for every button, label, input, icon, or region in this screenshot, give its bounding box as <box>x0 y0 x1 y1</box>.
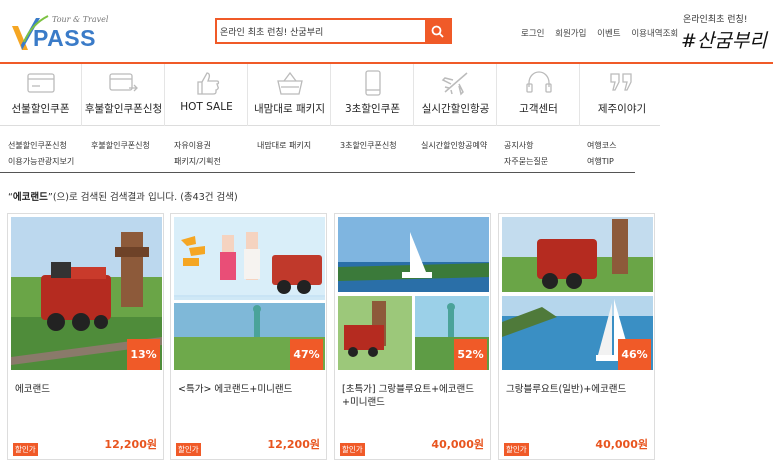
nav-label: 내맘대로 패키지 <box>254 103 325 115</box>
vpass-logo[interactable]: Tour & Travel PASS <box>10 12 108 54</box>
result-text: (으)로 검색된 검색결과 입니다. (총43건 검색) <box>52 192 238 203</box>
search-result-summary: “에코랜드”(으)로 검색된 검색결과 입니다. (총43건 검색) <box>8 192 238 203</box>
result-keyword: 에코랜드 <box>12 192 48 203</box>
nav-label: 선불할인쿠폰 <box>11 103 70 115</box>
nav-label: 제주이야기 <box>597 103 647 115</box>
airplane-icon <box>441 72 468 96</box>
headset-icon <box>526 71 552 93</box>
submenu-link[interactable]: 자주묻는질문 <box>504 156 548 167</box>
nav-item-hot-sale[interactable]: HOT SALE <box>166 64 248 126</box>
search-icon <box>431 25 444 38</box>
card-arrow-icon <box>109 73 138 92</box>
basket-icon <box>277 71 303 95</box>
submenu-link[interactable]: 3초할인쿠폰신청 <box>340 140 397 151</box>
nav-item-postpaid-coupon[interactable]: 후불할인쿠폰신청 <box>83 64 165 126</box>
header: Tour & Travel PASS 로그인 회원가입 이벤트 이용내역조회 온… <box>0 0 773 62</box>
product-title[interactable]: [초특가] 그랑블루요트+에코랜드+미니랜드 <box>342 383 487 409</box>
sale-price-tag: 할인가 <box>13 443 38 456</box>
signup-link[interactable]: 회원가입 <box>555 29 586 39</box>
product-price: 12,200원 <box>104 438 157 451</box>
submenu-link[interactable]: 패키지/기획전 <box>174 156 221 167</box>
submenu-link[interactable]: 내맘대로 패키지 <box>257 140 311 151</box>
search-button[interactable] <box>425 20 450 42</box>
logo-tagline: Tour & Travel <box>52 15 109 24</box>
submenu-link[interactable]: 공지사항 <box>504 140 533 151</box>
submenu-link[interactable]: 여행코스 <box>587 140 616 151</box>
sub-menu: 선불할인쿠폰신청 이용가능관광지보기 후불할인쿠폰신청 자유이용권 패키지/기획… <box>0 138 635 173</box>
phone-icon <box>365 70 381 96</box>
nav-label: 실시간할인항공 <box>421 103 490 115</box>
product-title[interactable]: 에코랜드 <box>15 383 160 396</box>
nav-label: 고객센터 <box>519 103 558 115</box>
nav-label: HOT SALE <box>180 101 233 113</box>
product-price: 40,000원 <box>595 438 648 451</box>
submenu-link[interactable]: 자유이용권 <box>174 140 211 151</box>
nav-item-custom-package[interactable]: 내맘대로 패키지 <box>249 64 331 126</box>
login-link[interactable]: 로그인 <box>521 29 544 39</box>
thumbs-up-icon <box>197 72 220 95</box>
discount-badge: 52% <box>454 339 487 370</box>
submenu-link[interactable]: 이용가능관광지보기 <box>8 156 74 167</box>
promo-banner[interactable]: 온라인최초 런칭! #산굼부리 <box>681 8 771 56</box>
product-card[interactable]: 52% [초특가] 그랑블루요트+에코랜드+미니랜드 할인가 40,000원 <box>334 213 491 460</box>
discount-badge: 46% <box>618 339 651 370</box>
nav-item-prepaid-coupon[interactable]: 선불할인쿠폰 <box>0 64 82 126</box>
product-price: 12,200원 <box>267 438 320 451</box>
submenu-link[interactable]: 여행TIP <box>587 156 614 167</box>
nav-item-jeju-story[interactable]: 제주이야기 <box>581 64 663 126</box>
nav-label: 3초할인쿠폰 <box>345 103 400 115</box>
product-card[interactable]: 46% 그랑블루요트(일반)+에코랜드 할인가 40,000원 <box>498 213 655 460</box>
event-link[interactable]: 이벤트 <box>597 29 620 39</box>
sale-price-tag: 할인가 <box>340 443 365 456</box>
product-card[interactable]: 47% <특가> 에코랜드+미니랜드 할인가 12,200원 <box>170 213 327 460</box>
sale-price-tag: 할인가 <box>176 443 201 456</box>
nav-item-realtime-flight[interactable]: 실시간할인항공 <box>415 64 497 126</box>
nav-item-customer-center[interactable]: 고객센터 <box>498 64 580 126</box>
search-input[interactable] <box>217 20 425 42</box>
sale-price-tag: 할인가 <box>504 443 529 456</box>
main-nav: 선불할인쿠폰 후불할인쿠폰신청 HOT SALE 내맘대로 패키지 3초할인쿠폰 <box>0 64 660 126</box>
submenu-link[interactable]: 선불할인쿠폰신청 <box>8 140 67 151</box>
promo-subtitle: 온라인최초 런칭! <box>683 15 748 25</box>
submenu-link[interactable]: 후불할인쿠폰신청 <box>91 140 150 151</box>
product-title[interactable]: <특가> 에코랜드+미니랜드 <box>178 383 323 396</box>
nav-item-3sec-coupon[interactable]: 3초할인쿠폰 <box>332 64 414 126</box>
nav-label: 후불할인쿠폰신청 <box>84 103 163 115</box>
product-price: 40,000원 <box>431 438 484 451</box>
card-icon <box>27 73 55 93</box>
search-box <box>215 18 452 44</box>
logo-brand: PASS <box>33 25 96 52</box>
discount-badge: 13% <box>127 339 160 370</box>
promo-hashtag: #산굼부리 <box>681 30 767 52</box>
quote-icon <box>610 73 632 91</box>
product-card[interactable]: 13% 에코랜드 할인가 12,200원 <box>7 213 164 460</box>
logo-brand-text: PASS <box>33 25 96 51</box>
history-link[interactable]: 이용내역조회 <box>631 29 678 39</box>
special-deal-sticker-icon <box>181 236 205 266</box>
discount-badge: 47% <box>290 339 323 370</box>
top-links: 로그인 회원가입 이벤트 이용내역조회 <box>521 27 686 39</box>
submenu-link[interactable]: 실시간할인항공예약 <box>421 140 487 151</box>
product-title[interactable]: 그랑블루요트(일반)+에코랜드 <box>506 383 651 396</box>
